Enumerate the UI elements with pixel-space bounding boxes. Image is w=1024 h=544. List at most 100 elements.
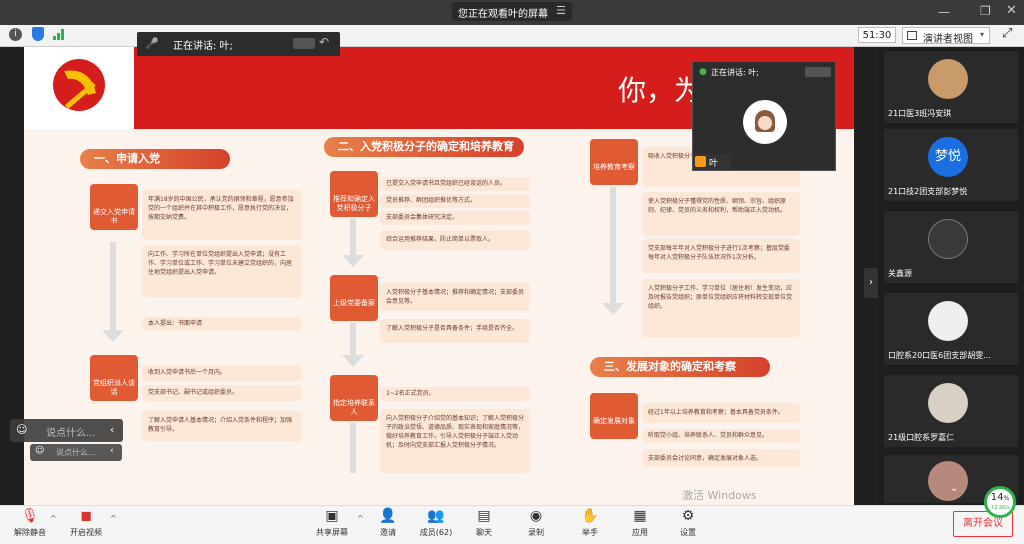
section-title-1: 一、申请入党 — [80, 149, 230, 169]
party-emblem-icon — [24, 47, 134, 129]
content-box: 本人提出：书面申请 — [142, 317, 302, 331]
view-mode-dropdown[interactable]: 演讲者视图 ▾ — [902, 27, 990, 45]
box-text: 收到入党申请书后一个月内。 — [148, 369, 227, 376]
flow-arrowhead — [102, 330, 124, 342]
box-text: 综合运用推荐结果，防止简单以票取人。 — [386, 236, 495, 243]
close-icon[interactable]: ✕ — [1006, 3, 1017, 18]
screen-share-title: 您正在观看叶的屏幕 — [458, 9, 548, 20]
avatar: 梦悦 — [928, 137, 968, 177]
box-text: 本人提出：书面申请 — [148, 320, 203, 327]
invite-label: 邀请 — [380, 528, 396, 537]
chevron-left-icon[interactable]: ‹ — [110, 446, 114, 456]
step-label: 确定发展对象 — [593, 417, 635, 425]
box-text: 向入党积极分子介绍党的基本知识；了解入党积极分子的政治觉悟、道德品质、现实表现和… — [386, 415, 525, 449]
party-emblem-panel — [24, 47, 134, 129]
restore-icon[interactable]: ❐ — [980, 4, 991, 18]
minimize-icon[interactable]: — — [938, 5, 950, 19]
box-text: 了解入党积极分子是否具备条件；手续是否齐全。 — [386, 325, 519, 332]
screen-share-banner: 您正在观看叶的屏幕 ☰ — [452, 2, 572, 21]
step-assign-contact: 指定培养联系人 — [330, 375, 378, 421]
content-box: 1~2名正式党员。 — [380, 387, 530, 401]
participant-name: 口腔系20口医6团支部胡雯... — [888, 351, 991, 360]
chat-placeholder: 说点什么... — [46, 428, 96, 439]
participant-name: 21口医3班冯安琪 — [888, 109, 952, 118]
participant-name: 21口技2团支部彭梦悦 — [888, 187, 968, 196]
step-label: 培养教育考察 — [593, 163, 635, 171]
step-label: 指定培养联系人 — [333, 399, 375, 416]
flow-arrow — [350, 423, 356, 473]
box-text: 入党积极分子工作、学习单位（居住地）发生变动，应及时报告党组织；原单位党组织应将… — [648, 285, 793, 310]
menu-icon[interactable]: ☰ — [556, 4, 566, 17]
apps-label: 应用 — [632, 528, 648, 537]
chevron-left-icon[interactable]: ‹ — [110, 423, 114, 436]
flow-arrowhead — [602, 303, 624, 315]
box-text: 向工作、学习所在单位党组织提出入党申请；没有工作、学习单位或工作、学习单位未建立… — [148, 251, 293, 276]
settings-label: 设置 — [680, 528, 696, 537]
return-icon[interactable]: ↶ — [319, 35, 329, 49]
flow-arrow — [350, 323, 356, 357]
participant-tile[interactable]: 21级口腔系罗嘉仁 — [884, 375, 1018, 447]
emoji-icon[interactable]: ☺ — [16, 423, 27, 436]
step-label: 上级党委备案 — [333, 299, 375, 307]
chat-input-box[interactable]: ☺ 说点什么... ‹ — [10, 419, 123, 442]
raise-label: 举手 — [582, 528, 598, 537]
avatar — [928, 59, 968, 99]
video-label: 开启视频 — [70, 528, 102, 537]
step-label: 党组织派人谈话 — [93, 379, 135, 396]
settings-button[interactable]: ⚙ 设置 — [658, 509, 718, 543]
box-text: 了解入党申请人基本情况；介绍入党条件和程序；加强教育引导。 — [148, 417, 293, 433]
pip-name: 叶 — [709, 159, 719, 169]
speaker-avatar — [743, 100, 787, 144]
participant-tile[interactable]: 关鑫源 — [884, 211, 1018, 283]
record-button[interactable]: ◉ 录制 — [506, 509, 566, 543]
mic-active-icon: ● — [699, 67, 707, 77]
mic-muted-icon: 🎤 — [145, 37, 159, 50]
box-text: 入党积极分子基本情况；推荐和确定情况；支部委员会意见等。 — [386, 289, 525, 305]
section-title-2: 二、入党积极分子的确定和培养教育 — [324, 137, 524, 157]
avatar — [928, 461, 968, 501]
content-box: 经过1年以上培养教育和考察；基本具备党员条件。 — [642, 403, 800, 423]
share-screen-button[interactable]: ▣ 共享屏幕 — [302, 509, 362, 543]
emoji-icon[interactable]: ☺ — [35, 446, 44, 456]
network-indicator: 14% ↑2.5K/s — [984, 486, 1016, 518]
flow-arrow — [350, 219, 356, 257]
content-box: 使入党积极分子懂得党的性质、纲领、宗旨、组织原则、纪律、党员的义务和权利，帮助端… — [642, 192, 800, 236]
flow-arrow — [610, 187, 616, 303]
chevron-up-icon[interactable]: ^ — [110, 514, 117, 523]
mic-off-icon: 🎙 — [21, 508, 39, 524]
content-box: 支部委员会讨论同意，确定发展对象人选。 — [642, 449, 800, 467]
participant-tile[interactable]: 梦悦 21口技2团支部彭梦悦 — [884, 129, 1018, 201]
info-icon[interactable]: i — [9, 28, 22, 41]
box-text: 支部委员会讨论同意，确定发展对象人选。 — [648, 455, 763, 462]
content-box: 了解入党积极分子是否具备条件；手续是否齐全。 — [380, 319, 530, 343]
box-text: 年满18岁的中国公民，承认党的纲领和章程，愿意参加党的一个组织并在其中积极工作，… — [148, 196, 294, 221]
content-box: 向工作、学习所在单位党组织提出入党申请；没有工作、学习单位或工作、学习单位未建立… — [142, 245, 302, 297]
speaker-video-window[interactable]: ● 正在讲话: 叶; 叶 — [692, 61, 836, 171]
signal-icon[interactable] — [53, 28, 67, 40]
box-text: 使入党积极分子懂得党的性质、纲领、宗旨、组织原则、纪律、党员的义务和权利，帮助端… — [648, 198, 787, 214]
chat-button[interactable]: ▤ 聊天 — [454, 509, 514, 543]
participant-tile[interactable]: 口腔系20口医6团支部胡雯... — [884, 293, 1018, 365]
avatar — [928, 301, 968, 341]
chat-input-mini[interactable]: ☺ 说点什么... ‹ — [30, 444, 122, 461]
flow-arrowhead — [342, 355, 364, 367]
avatar — [928, 383, 968, 423]
scroll-down-icon[interactable]: ⌄ — [950, 483, 958, 494]
activate-windows-watermark: 激活 Windows — [682, 489, 757, 502]
fold-icon[interactable] — [805, 67, 831, 77]
fold-icon[interactable] — [293, 38, 315, 49]
fullscreen-icon[interactable]: ⤢ — [1002, 26, 1012, 41]
collapse-sidebar-toggle[interactable]: › — [864, 268, 878, 298]
participants-panel: 21口医3班冯安琪 梦悦 21口技2团支部彭梦悦 关鑫源 口腔系20口医6团支部… — [878, 47, 1024, 505]
participant-tile[interactable]: 21口医3班冯安琪 — [884, 51, 1018, 123]
host-icon — [695, 156, 706, 167]
start-video-button[interactable]: ◼ 开启视频 — [56, 509, 116, 543]
content-box: 党支部每半年对入党积极分子进行1次考察；基层党委每年对入党积极分子队伍状况作1次… — [642, 239, 800, 273]
content-box: 了解入党申请人基本情况；介绍入党条件和程序；加强教育引导。 — [142, 411, 302, 441]
box-text: 听取党小组、培养联系人、党员和群众意见。 — [648, 432, 769, 439]
shield-icon[interactable] — [32, 27, 44, 41]
chat-icon: ▤ — [477, 508, 491, 524]
pip-name-tag: 叶 — [693, 154, 731, 170]
content-box: 入党积极分子工作、学习单位（居住地）发生变动，应及时报告党组织；原单位党组织应将… — [642, 279, 800, 337]
network-speed: ↑2.5K/s — [990, 505, 1010, 511]
